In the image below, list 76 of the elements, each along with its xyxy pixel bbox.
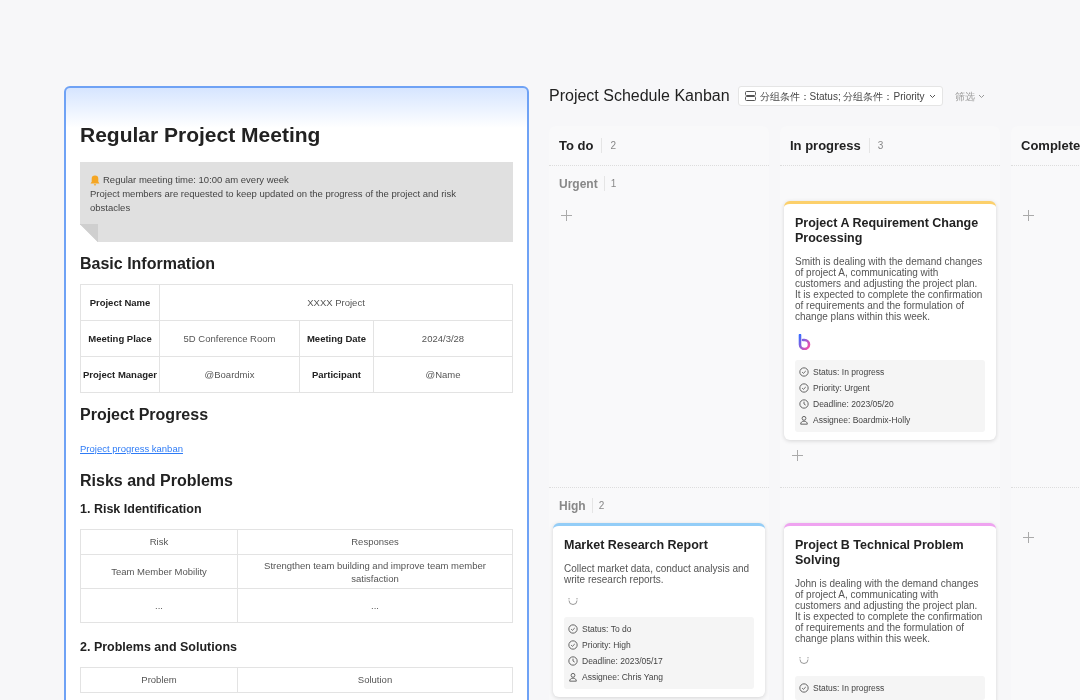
lane-count: 2 <box>591 498 605 513</box>
card-description: Collect market data, conduct analysis and write research reports. <box>564 563 751 585</box>
person-icon <box>799 415 809 425</box>
bell-icon <box>90 174 100 186</box>
table-cell: Team Member Mobility <box>80 554 238 589</box>
card-description: John is dealing with the demand changes of project A, communicating with customers and adjusting the project plan. It is expected to complete the confirmation of requirements and the formulation of change plans within this week. <box>795 578 984 644</box>
check-circle-icon <box>568 624 578 634</box>
subsection-heading: 2. Problems and Solutions <box>80 639 238 656</box>
column-count: 2 <box>601 138 616 153</box>
field-value-cell: @Boardmix <box>159 356 300 393</box>
table-cell: ... <box>80 588 238 623</box>
add-card-button[interactable] <box>790 448 804 462</box>
check-circle-icon <box>799 367 809 377</box>
document-title: Regular Project Meeting <box>80 122 322 148</box>
chevron-down-icon <box>928 93 936 99</box>
table-cell: ... <box>237 588 513 623</box>
card-field: Assignee: Chris Yang <box>582 670 663 684</box>
table-header-cell: Responses <box>237 529 513 555</box>
kanban-link[interactable]: Project progress kanban <box>80 443 183 455</box>
card-field: Priority: Urgent <box>813 381 870 395</box>
card-field: Status: To do <box>582 622 632 636</box>
kanban-title: Project Schedule Kanban <box>549 86 730 106</box>
subsection-heading: 1. Risk Identification <box>80 501 203 518</box>
task-card[interactable] <box>784 523 996 700</box>
notice-headline: Regular meeting time: 10:00 am every week <box>103 173 289 187</box>
logo-icon <box>798 334 812 350</box>
card-title: Project A Requirement Change Processing <box>795 216 980 246</box>
table-header-cell: Risk <box>80 529 238 555</box>
section-heading: Project Progress <box>80 405 210 426</box>
column-title: In progress <box>790 136 861 155</box>
task-card[interactable]: Market Research Report Collect market data, conduct analysis and write research reports. Status: To do Priority: High Deadline: 2023/05/17 Assignee: Chris Yang <box>553 523 765 697</box>
group-by-button[interactable]: 分组条件：Status; 分组条件：Priority <box>737 86 943 106</box>
group-icon <box>744 91 756 101</box>
table-header-cell: Problem <box>80 667 238 693</box>
card-field: Assignee: Boardmix-Holly <box>813 413 911 427</box>
lane-title: Urgent <box>559 175 598 193</box>
lane-title: High <box>559 497 586 515</box>
section-heading: Basic Information <box>80 254 217 275</box>
card-title: Project B Technical Problem Solving <box>795 538 965 568</box>
field-label-cell: Project Name <box>80 284 160 321</box>
clock-icon <box>799 399 809 409</box>
card-title: Market Research Report <box>564 538 709 553</box>
add-card-button[interactable] <box>1021 208 1035 222</box>
smile-icon <box>567 597 579 607</box>
check-circle-icon <box>799 683 809 693</box>
field-label-cell: Meeting Place <box>80 320 160 357</box>
card-field: Status: In progress <box>813 681 885 695</box>
notice-text: Project members are requested to keep updated on the progress of the project and risk obstacles <box>90 187 457 216</box>
add-card-button[interactable] <box>559 208 573 222</box>
field-label-cell: Meeting Date <box>299 320 374 357</box>
column-title: Complete <box>1021 136 1080 155</box>
field-label-cell: Project Manager <box>80 356 160 393</box>
card-description: Smith is dealing with the demand changes of project A, communicating with customers and adjusting the project plan. It is expected to complete the confirmation of requirements and the formulation of change plans within this week. <box>795 256 984 322</box>
task-card[interactable] <box>784 201 996 440</box>
column-count: 3 <box>868 138 884 153</box>
field-value-cell: 2024/3/28 <box>373 320 513 357</box>
section-heading: Risks and Problems <box>80 471 234 492</box>
field-value-cell: @Name <box>373 356 513 393</box>
field-label-cell: Participant <box>299 356 374 393</box>
field-value-cell: XXXX Project <box>159 284 513 321</box>
table-cell: Strengthen team building and improve team member satisfaction <box>237 554 513 589</box>
smile-icon <box>798 656 810 666</box>
add-card-button[interactable] <box>1021 530 1035 544</box>
chevron-down-icon <box>977 93 985 99</box>
card-field: Deadline: 2023/05/17 <box>582 654 663 668</box>
card-field: Priority: High <box>582 638 631 652</box>
person-icon <box>568 672 578 682</box>
column-title: To do <box>559 136 594 155</box>
card-field: Status: In progress <box>813 365 885 379</box>
check-circle-icon <box>568 640 578 650</box>
clock-icon <box>568 656 578 666</box>
card-field: Deadline: 2023/05/20 <box>813 397 894 411</box>
check-circle-icon <box>799 383 809 393</box>
table-header-cell: Solution <box>237 667 513 693</box>
lane-count: 1 <box>603 176 617 191</box>
field-value-cell: 5D Conference Room <box>159 320 300 357</box>
